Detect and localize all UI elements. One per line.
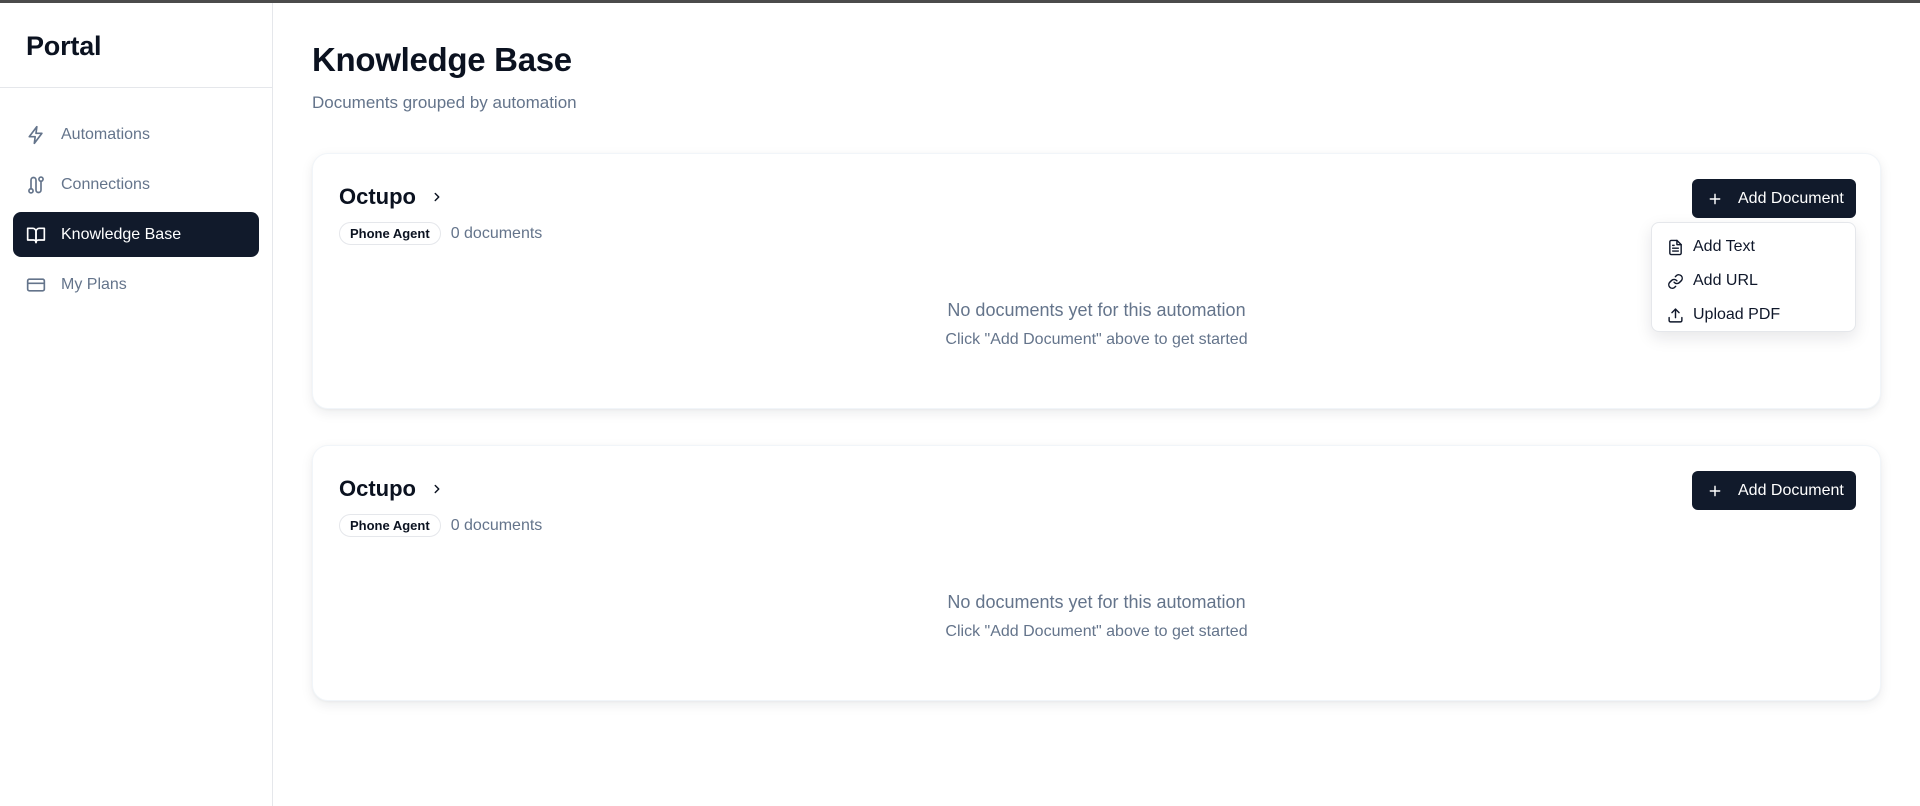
empty-state: No documents yet for this automation Cli… <box>313 300 1880 349</box>
card-title: Octupo <box>339 476 444 502</box>
plus-icon <box>1708 484 1722 498</box>
empty-state: No documents yet for this automation Cli… <box>313 592 1880 641</box>
sidebar-item-automations[interactable]: Automations <box>13 112 259 157</box>
sidebar-item-label: Automations <box>61 125 150 143</box>
automation-card: Octupo Phone Agent 0 documents Add Docum… <box>312 445 1881 701</box>
chevron-right-icon[interactable] <box>430 482 444 496</box>
upload-icon <box>1666 306 1684 324</box>
bolt-icon <box>25 124 47 146</box>
file-text-icon <box>1666 238 1684 256</box>
menu-item-add-text[interactable]: Add Text <box>1652 230 1855 264</box>
agent-type-badge: Phone Agent <box>339 514 441 537</box>
menu-item-add-url[interactable]: Add URL <box>1652 264 1855 298</box>
brand-logo: Portal <box>0 3 272 88</box>
empty-state-title: No documents yet for this automation <box>947 592 1246 612</box>
menu-item-label: Add Text <box>1693 238 1755 255</box>
empty-state-title: No documents yet for this automation <box>947 300 1246 320</box>
menu-item-label: Add URL <box>1693 272 1758 289</box>
sidebar-nav: Automations Connections Knowledge Base M… <box>0 88 272 307</box>
book-open-icon <box>25 224 47 246</box>
empty-state-hint: Click "Add Document" above to get starte… <box>945 623 1248 640</box>
add-document-button[interactable]: Add Document <box>1692 179 1856 218</box>
add-document-label: Add Document <box>1738 481 1844 499</box>
credit-card-icon <box>25 274 47 296</box>
document-count: 0 documents <box>450 516 543 534</box>
card-meta: Phone Agent 0 documents <box>339 222 542 245</box>
document-count: 0 documents <box>450 224 543 242</box>
sidebar-item-label: Knowledge Base <box>61 225 182 243</box>
menu-item-label: Upload PDF <box>1693 306 1781 323</box>
automation-name: Octupo <box>339 476 416 501</box>
add-document-label: Add Document <box>1738 189 1844 207</box>
card-title: Octupo <box>339 184 444 210</box>
automation-name: Octupo <box>339 184 416 209</box>
card-meta: Phone Agent 0 documents <box>339 514 542 537</box>
sidebar-item-my-plans[interactable]: My Plans <box>13 262 259 307</box>
add-document-menu: Add Text Add URL Upload PDF <box>1651 222 1856 332</box>
chevron-right-icon[interactable] <box>430 190 444 204</box>
main-content: Knowledge Base Documents grouped by auto… <box>274 3 1920 806</box>
page-subtitle: Documents grouped by automation <box>312 93 577 112</box>
agent-type-badge: Phone Agent <box>339 222 441 245</box>
sidebar-item-label: Connections <box>61 175 150 193</box>
route-icon <box>25 174 47 196</box>
empty-state-hint: Click "Add Document" above to get starte… <box>945 331 1248 348</box>
menu-item-upload-pdf[interactable]: Upload PDF <box>1652 298 1855 332</box>
sidebar: Portal Automations Connections Knowledge… <box>0 3 273 806</box>
sidebar-item-connections[interactable]: Connections <box>13 162 259 207</box>
plus-icon <box>1708 192 1722 206</box>
add-document-button[interactable]: Add Document <box>1692 471 1856 510</box>
automation-card: Octupo Phone Agent 0 documents Add Docum… <box>312 153 1881 409</box>
sidebar-item-label: My Plans <box>61 275 127 293</box>
link-icon <box>1666 272 1684 290</box>
sidebar-item-knowledge-base[interactable]: Knowledge Base <box>13 212 259 257</box>
page-title: Knowledge Base <box>312 41 572 78</box>
